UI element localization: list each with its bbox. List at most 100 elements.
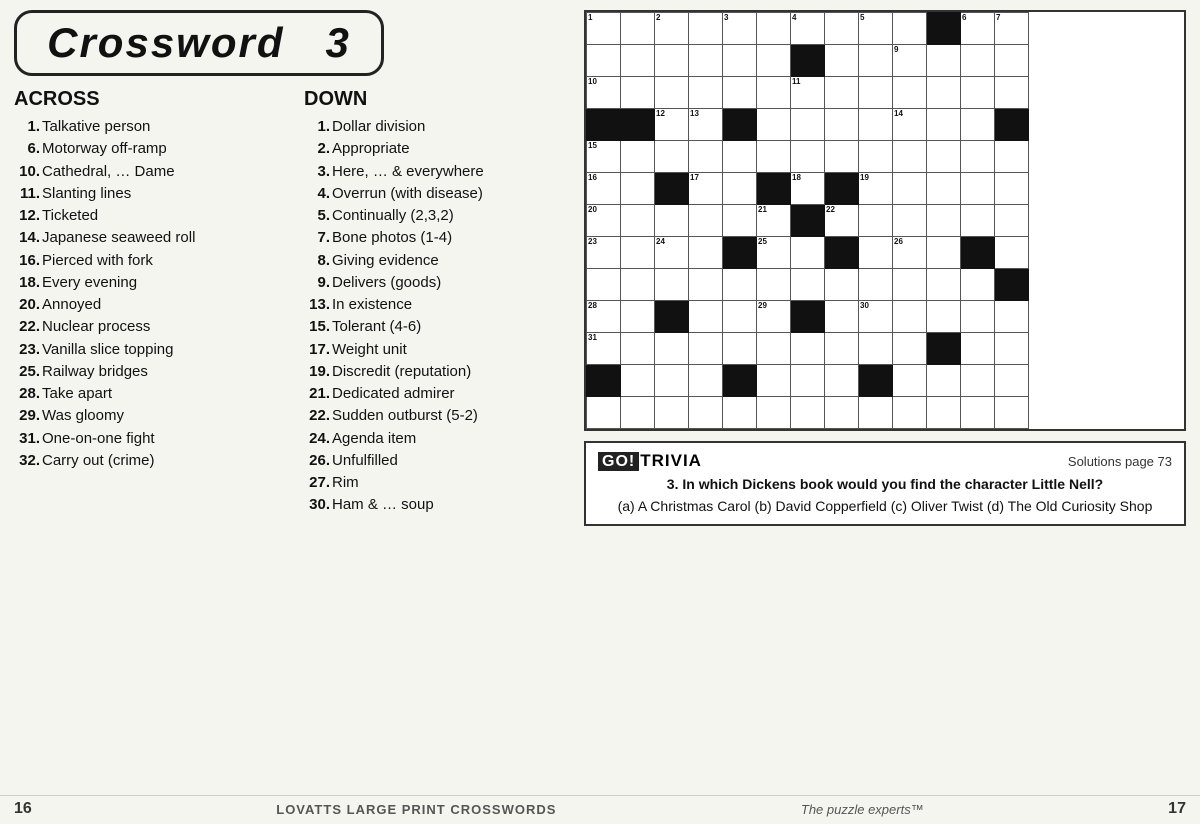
grid-cell[interactable] [927, 365, 961, 397]
grid-cell[interactable] [961, 333, 995, 365]
grid-cell[interactable] [927, 141, 961, 173]
grid-cell[interactable]: 1 [587, 13, 621, 45]
grid-cell[interactable] [961, 45, 995, 77]
grid-cell[interactable] [621, 45, 655, 77]
grid-cell[interactable] [757, 109, 791, 141]
grid-cell[interactable] [859, 45, 893, 77]
grid-cell[interactable] [621, 205, 655, 237]
grid-cell[interactable] [893, 397, 927, 429]
grid-cell[interactable]: 7 [995, 13, 1029, 45]
grid-cell[interactable] [655, 205, 689, 237]
grid-cell[interactable]: 29 [757, 301, 791, 333]
grid-cell[interactable] [927, 205, 961, 237]
grid-cell[interactable]: 31 [587, 333, 621, 365]
grid-cell[interactable] [689, 333, 723, 365]
grid-cell[interactable] [927, 397, 961, 429]
grid-cell[interactable]: 23 [587, 237, 621, 269]
grid-cell[interactable] [825, 269, 859, 301]
grid-cell[interactable] [995, 173, 1029, 205]
grid-cell[interactable] [825, 333, 859, 365]
grid-cell[interactable] [791, 333, 825, 365]
grid-cell[interactable] [825, 109, 859, 141]
grid-cell[interactable] [655, 77, 689, 109]
grid-cell[interactable] [927, 109, 961, 141]
grid-cell[interactable]: 11 [791, 77, 825, 109]
grid-cell[interactable] [757, 269, 791, 301]
grid-cell[interactable]: 30 [859, 301, 893, 333]
grid-cell[interactable] [689, 205, 723, 237]
grid-cell[interactable] [723, 269, 757, 301]
grid-cell[interactable]: 10 [587, 77, 621, 109]
grid-cell[interactable] [927, 173, 961, 205]
grid-cell[interactable] [723, 45, 757, 77]
grid-cell[interactable]: 20 [587, 205, 621, 237]
grid-cell[interactable] [791, 269, 825, 301]
grid-cell[interactable] [621, 237, 655, 269]
grid-cell[interactable] [757, 141, 791, 173]
grid-cell[interactable] [723, 173, 757, 205]
grid-cell[interactable] [961, 77, 995, 109]
grid-cell[interactable] [825, 301, 859, 333]
grid-cell[interactable] [893, 301, 927, 333]
grid-cell[interactable] [859, 397, 893, 429]
grid-cell[interactable] [587, 45, 621, 77]
grid-cell[interactable] [621, 333, 655, 365]
grid-cell[interactable] [723, 205, 757, 237]
grid-cell[interactable]: 25 [757, 237, 791, 269]
grid-cell[interactable]: 28 [587, 301, 621, 333]
grid-cell[interactable] [791, 141, 825, 173]
grid-cell[interactable] [893, 13, 927, 45]
grid-cell[interactable] [723, 301, 757, 333]
grid-cell[interactable] [689, 397, 723, 429]
grid-cell[interactable] [893, 173, 927, 205]
grid-cell[interactable] [859, 141, 893, 173]
grid-cell[interactable]: 16 [587, 173, 621, 205]
grid-cell[interactable] [859, 333, 893, 365]
grid-cell[interactable] [621, 365, 655, 397]
grid-cell[interactable] [689, 141, 723, 173]
grid-cell[interactable] [689, 269, 723, 301]
grid-cell[interactable] [859, 237, 893, 269]
grid-cell[interactable] [757, 365, 791, 397]
grid-cell[interactable] [927, 269, 961, 301]
grid-cell[interactable] [587, 397, 621, 429]
grid-cell[interactable] [621, 77, 655, 109]
grid-cell[interactable] [621, 301, 655, 333]
grid-cell[interactable] [655, 45, 689, 77]
grid-cell[interactable]: 14 [893, 109, 927, 141]
grid-cell[interactable] [621, 173, 655, 205]
grid-cell[interactable]: 9 [893, 45, 927, 77]
grid-cell[interactable] [825, 13, 859, 45]
grid-cell[interactable]: 18 [791, 173, 825, 205]
grid-cell[interactable] [689, 301, 723, 333]
grid-cell[interactable] [689, 77, 723, 109]
grid-cell[interactable] [825, 77, 859, 109]
crossword-grid[interactable]: 1234567910111213141516171819202122232425… [584, 10, 1186, 431]
grid-cell[interactable]: 17 [689, 173, 723, 205]
grid-cell[interactable] [961, 365, 995, 397]
grid-cell[interactable]: 4 [791, 13, 825, 45]
grid-cell[interactable] [995, 365, 1029, 397]
grid-cell[interactable] [655, 141, 689, 173]
grid-cell[interactable] [859, 205, 893, 237]
grid-cell[interactable] [995, 237, 1029, 269]
grid-cell[interactable] [893, 77, 927, 109]
grid-cell[interactable] [961, 205, 995, 237]
grid-cell[interactable] [655, 269, 689, 301]
grid-cell[interactable] [995, 301, 1029, 333]
grid-cell[interactable]: 5 [859, 13, 893, 45]
grid-cell[interactable] [995, 333, 1029, 365]
grid-cell[interactable] [757, 333, 791, 365]
grid-cell[interactable]: 22 [825, 205, 859, 237]
grid-cell[interactable] [757, 13, 791, 45]
grid-cell[interactable]: 21 [757, 205, 791, 237]
grid-cell[interactable] [723, 77, 757, 109]
grid-cell[interactable]: 26 [893, 237, 927, 269]
grid-cell[interactable] [995, 141, 1029, 173]
grid-cell[interactable] [927, 301, 961, 333]
grid-cell[interactable] [927, 45, 961, 77]
grid-cell[interactable] [757, 45, 791, 77]
grid-cell[interactable] [587, 269, 621, 301]
grid-cell[interactable] [825, 141, 859, 173]
grid-cell[interactable] [961, 269, 995, 301]
